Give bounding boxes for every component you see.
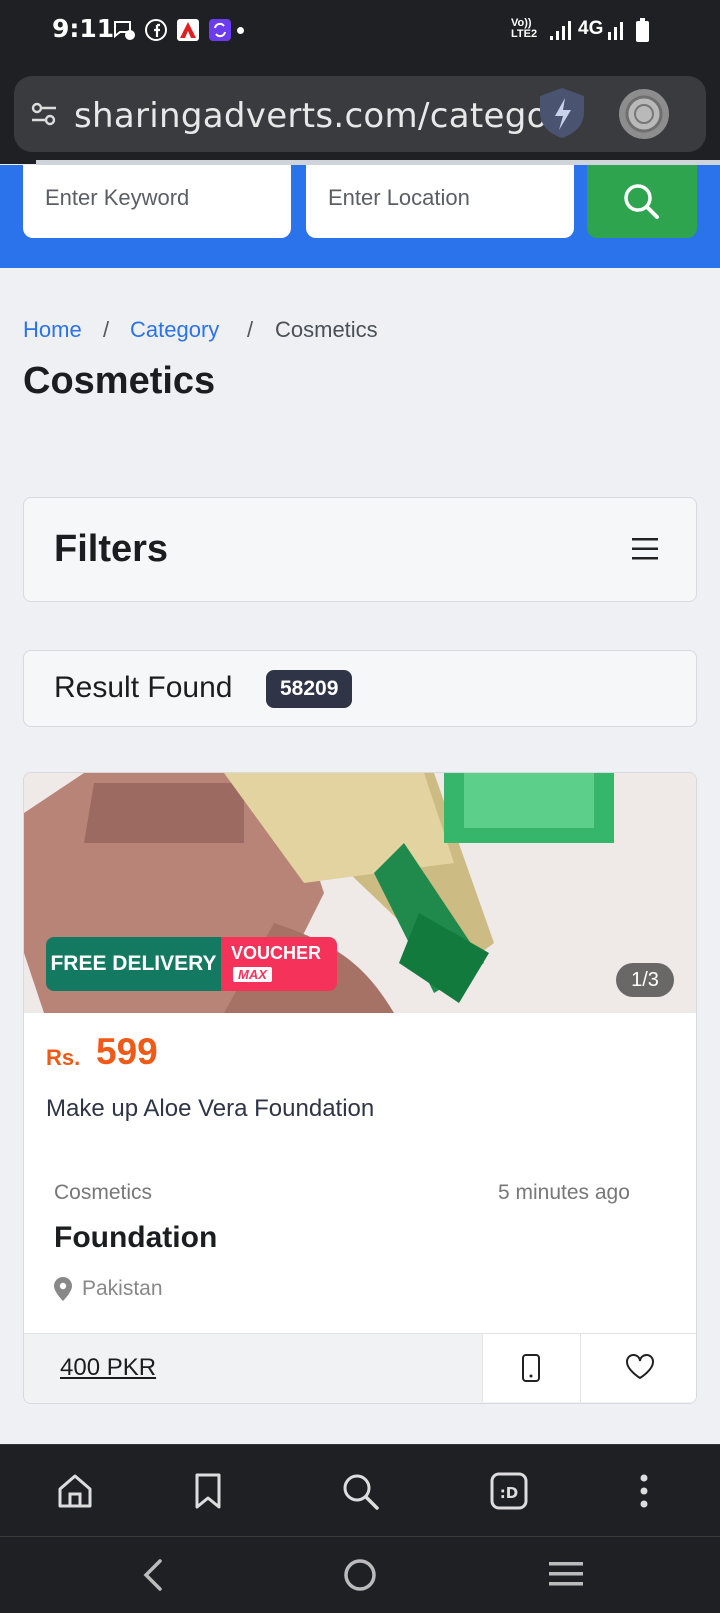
listing-location: Pakistan xyxy=(82,1277,163,1300)
site-settings-icon[interactable] xyxy=(30,100,58,133)
menu-icon[interactable] xyxy=(632,538,658,560)
phone-icon xyxy=(521,1354,541,1387)
search-button[interactable] xyxy=(587,165,697,238)
browser-toolbar: sharingadverts.com/category, xyxy=(0,64,720,164)
system-nav-bar xyxy=(0,1536,720,1613)
tabs-icon[interactable]: :D xyxy=(489,1471,529,1511)
page-title: Cosmetics xyxy=(23,360,216,402)
recents-icon[interactable] xyxy=(549,1559,583,1594)
call-button[interactable] xyxy=(482,1334,581,1402)
search-icon[interactable] xyxy=(340,1471,380,1511)
more-options-icon[interactable] xyxy=(624,1471,664,1511)
listing-name[interactable]: Foundation xyxy=(54,1221,217,1255)
breadcrumb-category[interactable]: Category xyxy=(130,317,219,343)
voucher-label: VOUCHER xyxy=(231,943,322,963)
back-icon[interactable] xyxy=(138,1557,168,1598)
filters-panel[interactable]: Filters xyxy=(23,497,697,602)
listing-card[interactable]: FREE DELIVERY VOUCHER MAX 1/3 Rs. 599 Ma… xyxy=(23,772,697,1404)
volte-indicator: Vo)) LTE2 xyxy=(511,17,538,40)
listing-category[interactable]: Cosmetics xyxy=(54,1181,152,1205)
search-icon xyxy=(621,181,661,226)
status-time: 9:11 xyxy=(52,14,115,43)
heart-icon xyxy=(625,1354,655,1385)
signal-icon xyxy=(548,18,572,42)
breadcrumb-current: Cosmetics xyxy=(275,317,378,342)
location-placeholder: Enter Location xyxy=(328,185,470,210)
currency-label: Rs. xyxy=(46,1045,81,1070)
adobe-icon xyxy=(176,18,200,42)
search-band: Enter Keyword Enter Location xyxy=(0,165,720,268)
listing-price: 599 xyxy=(96,1031,158,1072)
url-text[interactable]: sharingadverts.com/category, xyxy=(74,96,554,136)
chat-notification-icon xyxy=(112,18,136,42)
network-type: 4G xyxy=(578,18,604,39)
shield-icon[interactable] xyxy=(536,86,588,145)
sync-app-icon xyxy=(208,18,232,42)
result-label: Result Found xyxy=(54,671,233,704)
facebook-icon xyxy=(144,18,168,42)
home-circle-icon[interactable] xyxy=(342,1557,378,1598)
result-found-panel: Result Found 58209 xyxy=(23,650,697,727)
svg-text::D: :D xyxy=(500,1484,518,1502)
breadcrumb-separator: / xyxy=(103,317,110,342)
status-bar: 9:11 Vo)) LTE2 4G xyxy=(0,0,720,64)
image-counter: 1/3 xyxy=(616,963,674,997)
listing-photo[interactable]: FREE DELIVERY VOUCHER MAX 1/3 xyxy=(24,773,696,1013)
listing-footer: 400 PKR xyxy=(24,1333,696,1403)
keyword-input[interactable]: Enter Keyword xyxy=(23,165,291,238)
ad-price-link[interactable]: 400 PKR xyxy=(60,1354,156,1382)
keyword-placeholder: Enter Keyword xyxy=(45,185,190,210)
browser-bottom-nav: :D xyxy=(0,1444,720,1537)
home-icon[interactable] xyxy=(55,1471,95,1511)
breadcrumb-home[interactable]: Home xyxy=(23,317,82,343)
address-bar[interactable]: sharingadverts.com/category, xyxy=(14,76,706,152)
voucher-max-label: MAX xyxy=(233,967,272,982)
free-delivery-badge: FREE DELIVERY xyxy=(46,937,221,991)
voucher-max-badge: VOUCHER MAX xyxy=(221,937,337,991)
location-pin-icon xyxy=(54,1277,72,1301)
listing-time: 5 minutes ago xyxy=(498,1181,630,1204)
location-input[interactable]: Enter Location xyxy=(306,165,574,238)
filters-title: Filters xyxy=(54,528,169,570)
favorite-button[interactable] xyxy=(580,1334,696,1402)
listing-title[interactable]: Make up Aloe Vera Foundation xyxy=(46,1095,374,1123)
notification-dot-icon xyxy=(237,27,244,34)
breadcrumb-separator: / xyxy=(247,317,254,342)
bookmark-icon[interactable] xyxy=(188,1471,228,1511)
battery-icon xyxy=(636,18,649,42)
profile-badge-icon[interactable] xyxy=(618,88,670,145)
signal-2-icon xyxy=(606,18,630,42)
result-count-badge: 58209 xyxy=(266,670,353,708)
